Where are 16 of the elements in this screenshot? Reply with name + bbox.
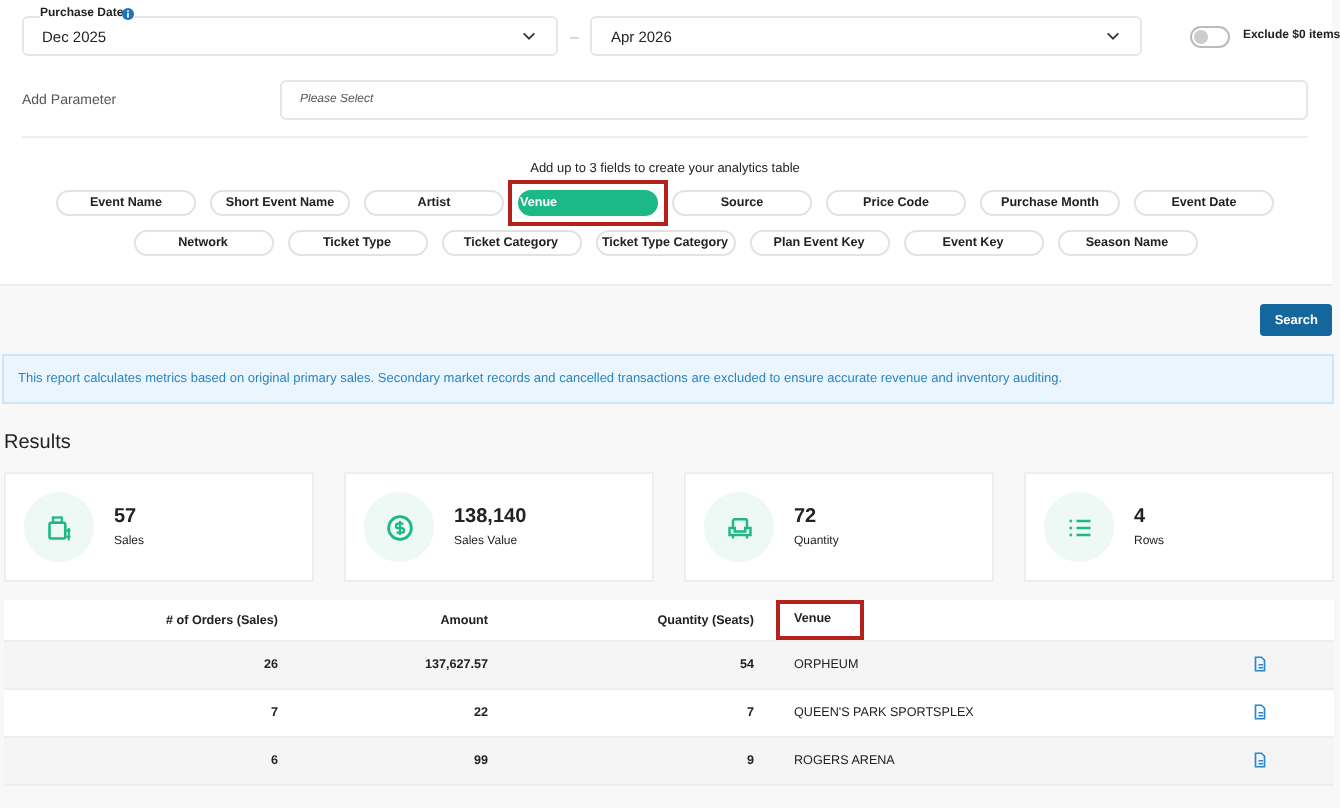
stat-value: 4 bbox=[1134, 506, 1148, 528]
toggle-switch[interactable] bbox=[1190, 25, 1231, 47]
armchair-icon bbox=[725, 513, 753, 541]
dollar-icon bbox=[385, 513, 413, 541]
stat-value: 57 bbox=[114, 506, 139, 528]
results-heading: Results bbox=[4, 432, 73, 454]
register-icon bbox=[45, 513, 73, 541]
info-icon bbox=[122, 8, 134, 20]
range-separator: – bbox=[570, 27, 579, 45]
chevron-down-icon bbox=[522, 32, 536, 40]
document-icon[interactable] bbox=[1254, 655, 1266, 671]
document-icon[interactable] bbox=[1254, 703, 1266, 719]
stat-value: 138,140 bbox=[454, 506, 527, 528]
document-icon[interactable] bbox=[1254, 751, 1266, 767]
chevron-down-icon bbox=[1106, 32, 1121, 40]
stat-value: 72 bbox=[794, 506, 819, 528]
